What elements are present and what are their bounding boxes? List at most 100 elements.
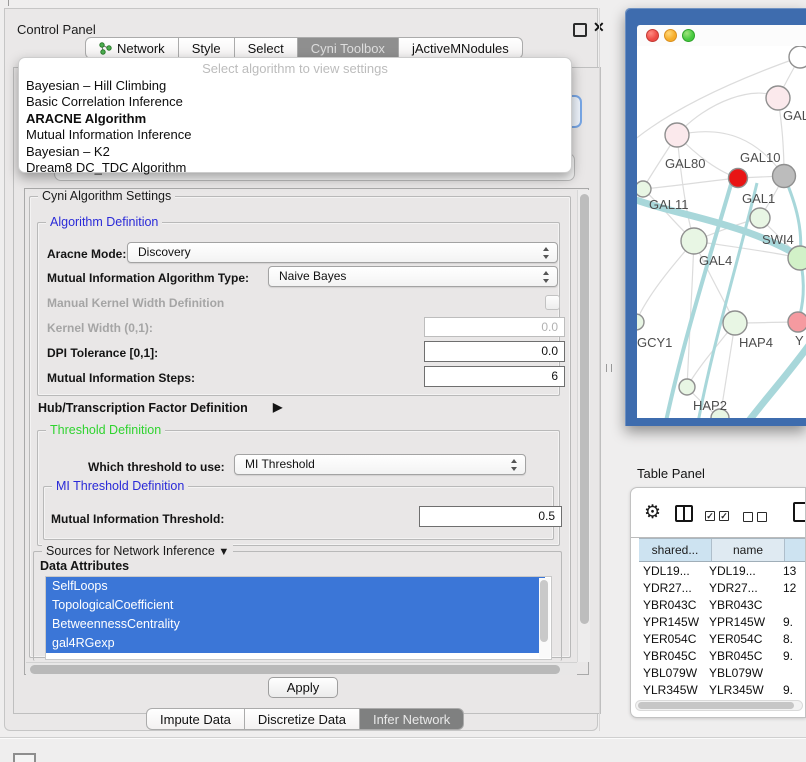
node-gal-top[interactable] bbox=[766, 86, 790, 110]
data-attributes-list[interactable]: SelfLoops TopologicalCoefficient Between… bbox=[45, 576, 552, 660]
network-canvas[interactable]: GAL GAL80 GAL10 GAL11 GAL1 SWI4 GAL4 GCY… bbox=[637, 46, 806, 418]
table-row[interactable]: YBL079W YBL079W bbox=[631, 665, 806, 682]
select-all-check-icon[interactable]: ✓ bbox=[705, 511, 715, 521]
table-panel: ⚙ ✓ ✓ shared... name YDL19... YDL19... 1… bbox=[630, 487, 806, 718]
node-gal4[interactable] bbox=[681, 228, 707, 254]
combo-arrows-icon bbox=[511, 458, 518, 472]
algorithm-option[interactable]: Basic Correlation Inference bbox=[26, 94, 183, 110]
algorithm-option[interactable]: Dream8 DC_TDC Algorithm bbox=[26, 160, 186, 176]
close-traffic-light-icon[interactable] bbox=[646, 29, 659, 42]
node-gal1[interactable] bbox=[750, 208, 770, 228]
algorithm-option[interactable]: Bayesian – K2 bbox=[26, 144, 110, 160]
node-label: SWI4 bbox=[762, 232, 794, 247]
table-panel-title: Table Panel bbox=[637, 466, 705, 481]
network-node-labels: GAL GAL80 GAL10 GAL11 GAL1 SWI4 GAL4 GCY… bbox=[637, 108, 806, 413]
deselect-all-square-icon[interactable] bbox=[743, 512, 753, 522]
table-hscroll-thumb[interactable] bbox=[638, 702, 794, 709]
table-row[interactable]: YPR145W YPR145W 9. bbox=[631, 614, 806, 631]
table-row[interactable]: YBR043C YBR043C bbox=[631, 597, 806, 614]
partial-bottom-icon bbox=[13, 753, 36, 762]
minimize-traffic-light-icon[interactable] bbox=[664, 29, 677, 42]
apply-button[interactable]: Apply bbox=[268, 677, 338, 698]
cell-shared: YBR045C bbox=[631, 648, 705, 665]
table-body: YDL19... YDL19... 13 YDR27... YDR27... 1… bbox=[631, 563, 806, 697]
table-row[interactable]: YER054C YER054C 8. bbox=[631, 631, 806, 648]
tab-discretize-data[interactable]: Discretize Data bbox=[245, 708, 360, 730]
node-hap4[interactable] bbox=[723, 311, 747, 335]
node-gal11[interactable] bbox=[637, 181, 651, 197]
attributes-list-scroll-thumb[interactable] bbox=[540, 580, 548, 642]
column-header-clipped[interactable] bbox=[785, 539, 806, 561]
which-threshold-combobox[interactable]: MI Threshold bbox=[234, 454, 526, 475]
settings-hscroll-thumb[interactable] bbox=[30, 665, 560, 674]
manual-kernel-width-checkbox[interactable] bbox=[545, 295, 560, 310]
attributes-list-scrollbar[interactable] bbox=[539, 578, 550, 658]
table-header-row: shared... name bbox=[639, 538, 806, 562]
attribute-item-selected[interactable]: BetweennessCentrality bbox=[46, 615, 545, 634]
document-icon[interactable] bbox=[793, 502, 806, 522]
settings-vertical-scrollbar[interactable] bbox=[577, 190, 590, 662]
table-row[interactable]: YDL19... YDL19... 13 bbox=[631, 563, 806, 580]
zoom-traffic-light-icon[interactable] bbox=[682, 29, 695, 42]
tab-cyni-toolbox[interactable]: Cyni Toolbox bbox=[298, 37, 399, 59]
tab-style[interactable]: Style bbox=[179, 37, 235, 59]
tab-jactivemnodules[interactable]: jActiveMNodules bbox=[399, 37, 523, 59]
column-header-name[interactable]: name bbox=[712, 539, 785, 561]
dpi-tolerance-field[interactable]: 0.0 bbox=[424, 341, 565, 362]
cell-shared: YER054C bbox=[631, 631, 705, 648]
node-unlabeled-top[interactable] bbox=[789, 46, 806, 68]
column-header-shared[interactable]: shared... bbox=[639, 539, 712, 561]
cell-value: 8. bbox=[779, 631, 793, 648]
mi-threshold-field[interactable]: 0.5 bbox=[419, 506, 562, 527]
node-label: GCY1 bbox=[637, 335, 672, 350]
dpi-tolerance-label: DPI Tolerance [0,1]: bbox=[47, 346, 158, 360]
algorithm-dropdown-popup: Select algorithm to view settings Bayesi… bbox=[18, 57, 572, 173]
which-threshold-label: Which threshold to use: bbox=[88, 460, 225, 474]
network-window-titlebar[interactable] bbox=[637, 25, 806, 46]
mi-steps-field[interactable]: 6 bbox=[424, 366, 565, 387]
attribute-item-selected[interactable]: SelfLoops bbox=[46, 577, 545, 596]
node-gray[interactable] bbox=[773, 165, 796, 188]
tab-impute-data[interactable]: Impute Data bbox=[146, 708, 245, 730]
hub-factor-section-label[interactable]: Hub/Transcription Factor Definition bbox=[38, 401, 248, 415]
node-swi4[interactable] bbox=[788, 246, 806, 270]
attribute-item-selected[interactable]: TopologicalCoefficient bbox=[46, 596, 545, 615]
splitter-grip-icon[interactable] bbox=[606, 364, 612, 372]
split-columns-icon[interactable] bbox=[675, 505, 693, 522]
algorithm-option[interactable]: Bayesian – Hill Climbing bbox=[26, 78, 166, 94]
select-all-check-icon[interactable]: ✓ bbox=[719, 511, 729, 521]
sources-title-text: Sources for Network Inference bbox=[46, 544, 215, 558]
node-gal80[interactable] bbox=[665, 123, 689, 147]
tab-network[interactable]: Network bbox=[85, 37, 179, 59]
node-y-salmon[interactable] bbox=[788, 312, 806, 332]
float-window-icon[interactable] bbox=[573, 23, 587, 37]
table-row[interactable]: YLR345W YLR345W 9. bbox=[631, 682, 806, 697]
aracne-mode-combobox[interactable]: Discovery bbox=[127, 242, 558, 263]
which-threshold-value: MI Threshold bbox=[245, 457, 315, 471]
node-gal10-red[interactable] bbox=[729, 169, 748, 188]
kernel-width-value: 0.0 bbox=[541, 320, 558, 334]
node-label: GAL1 bbox=[742, 191, 775, 206]
tab-infer-network-label: Infer Network bbox=[373, 712, 450, 727]
tab-select[interactable]: Select bbox=[235, 37, 298, 59]
algorithm-option-selected[interactable]: ARACNE Algorithm bbox=[26, 111, 146, 127]
tab-infer-network[interactable]: Infer Network bbox=[360, 708, 464, 730]
gear-icon[interactable]: ⚙ bbox=[644, 503, 661, 523]
table-horizontal-scrollbar[interactable] bbox=[635, 700, 803, 711]
settings-horizontal-scrollbar[interactable] bbox=[26, 662, 577, 675]
settings-vscroll-thumb[interactable] bbox=[580, 194, 589, 624]
table-row[interactable]: YDR27... YDR27... 12 bbox=[631, 580, 806, 597]
table-row[interactable]: YBR045C YBR045C 9. bbox=[631, 648, 806, 665]
panel-splitter[interactable] bbox=[599, 8, 600, 731]
node-gcy1[interactable] bbox=[637, 314, 644, 330]
deselect-all-square-icon[interactable] bbox=[757, 512, 767, 522]
dpi-tolerance-value: 0.0 bbox=[541, 344, 558, 358]
mi-algorithm-type-combobox[interactable]: Naive Bayes bbox=[268, 266, 558, 287]
node-hap2[interactable] bbox=[679, 379, 695, 395]
collapse-arrow-icon[interactable]: ▼ bbox=[218, 546, 229, 558]
algorithm-option[interactable]: Mutual Information Inference bbox=[26, 127, 191, 143]
kernel-width-field[interactable]: 0.0 bbox=[424, 317, 565, 337]
node-label: GAL4 bbox=[699, 253, 732, 268]
attribute-item-selected[interactable]: gal4RGexp bbox=[46, 634, 545, 653]
expand-arrow-icon[interactable]: ▶ bbox=[273, 400, 282, 414]
